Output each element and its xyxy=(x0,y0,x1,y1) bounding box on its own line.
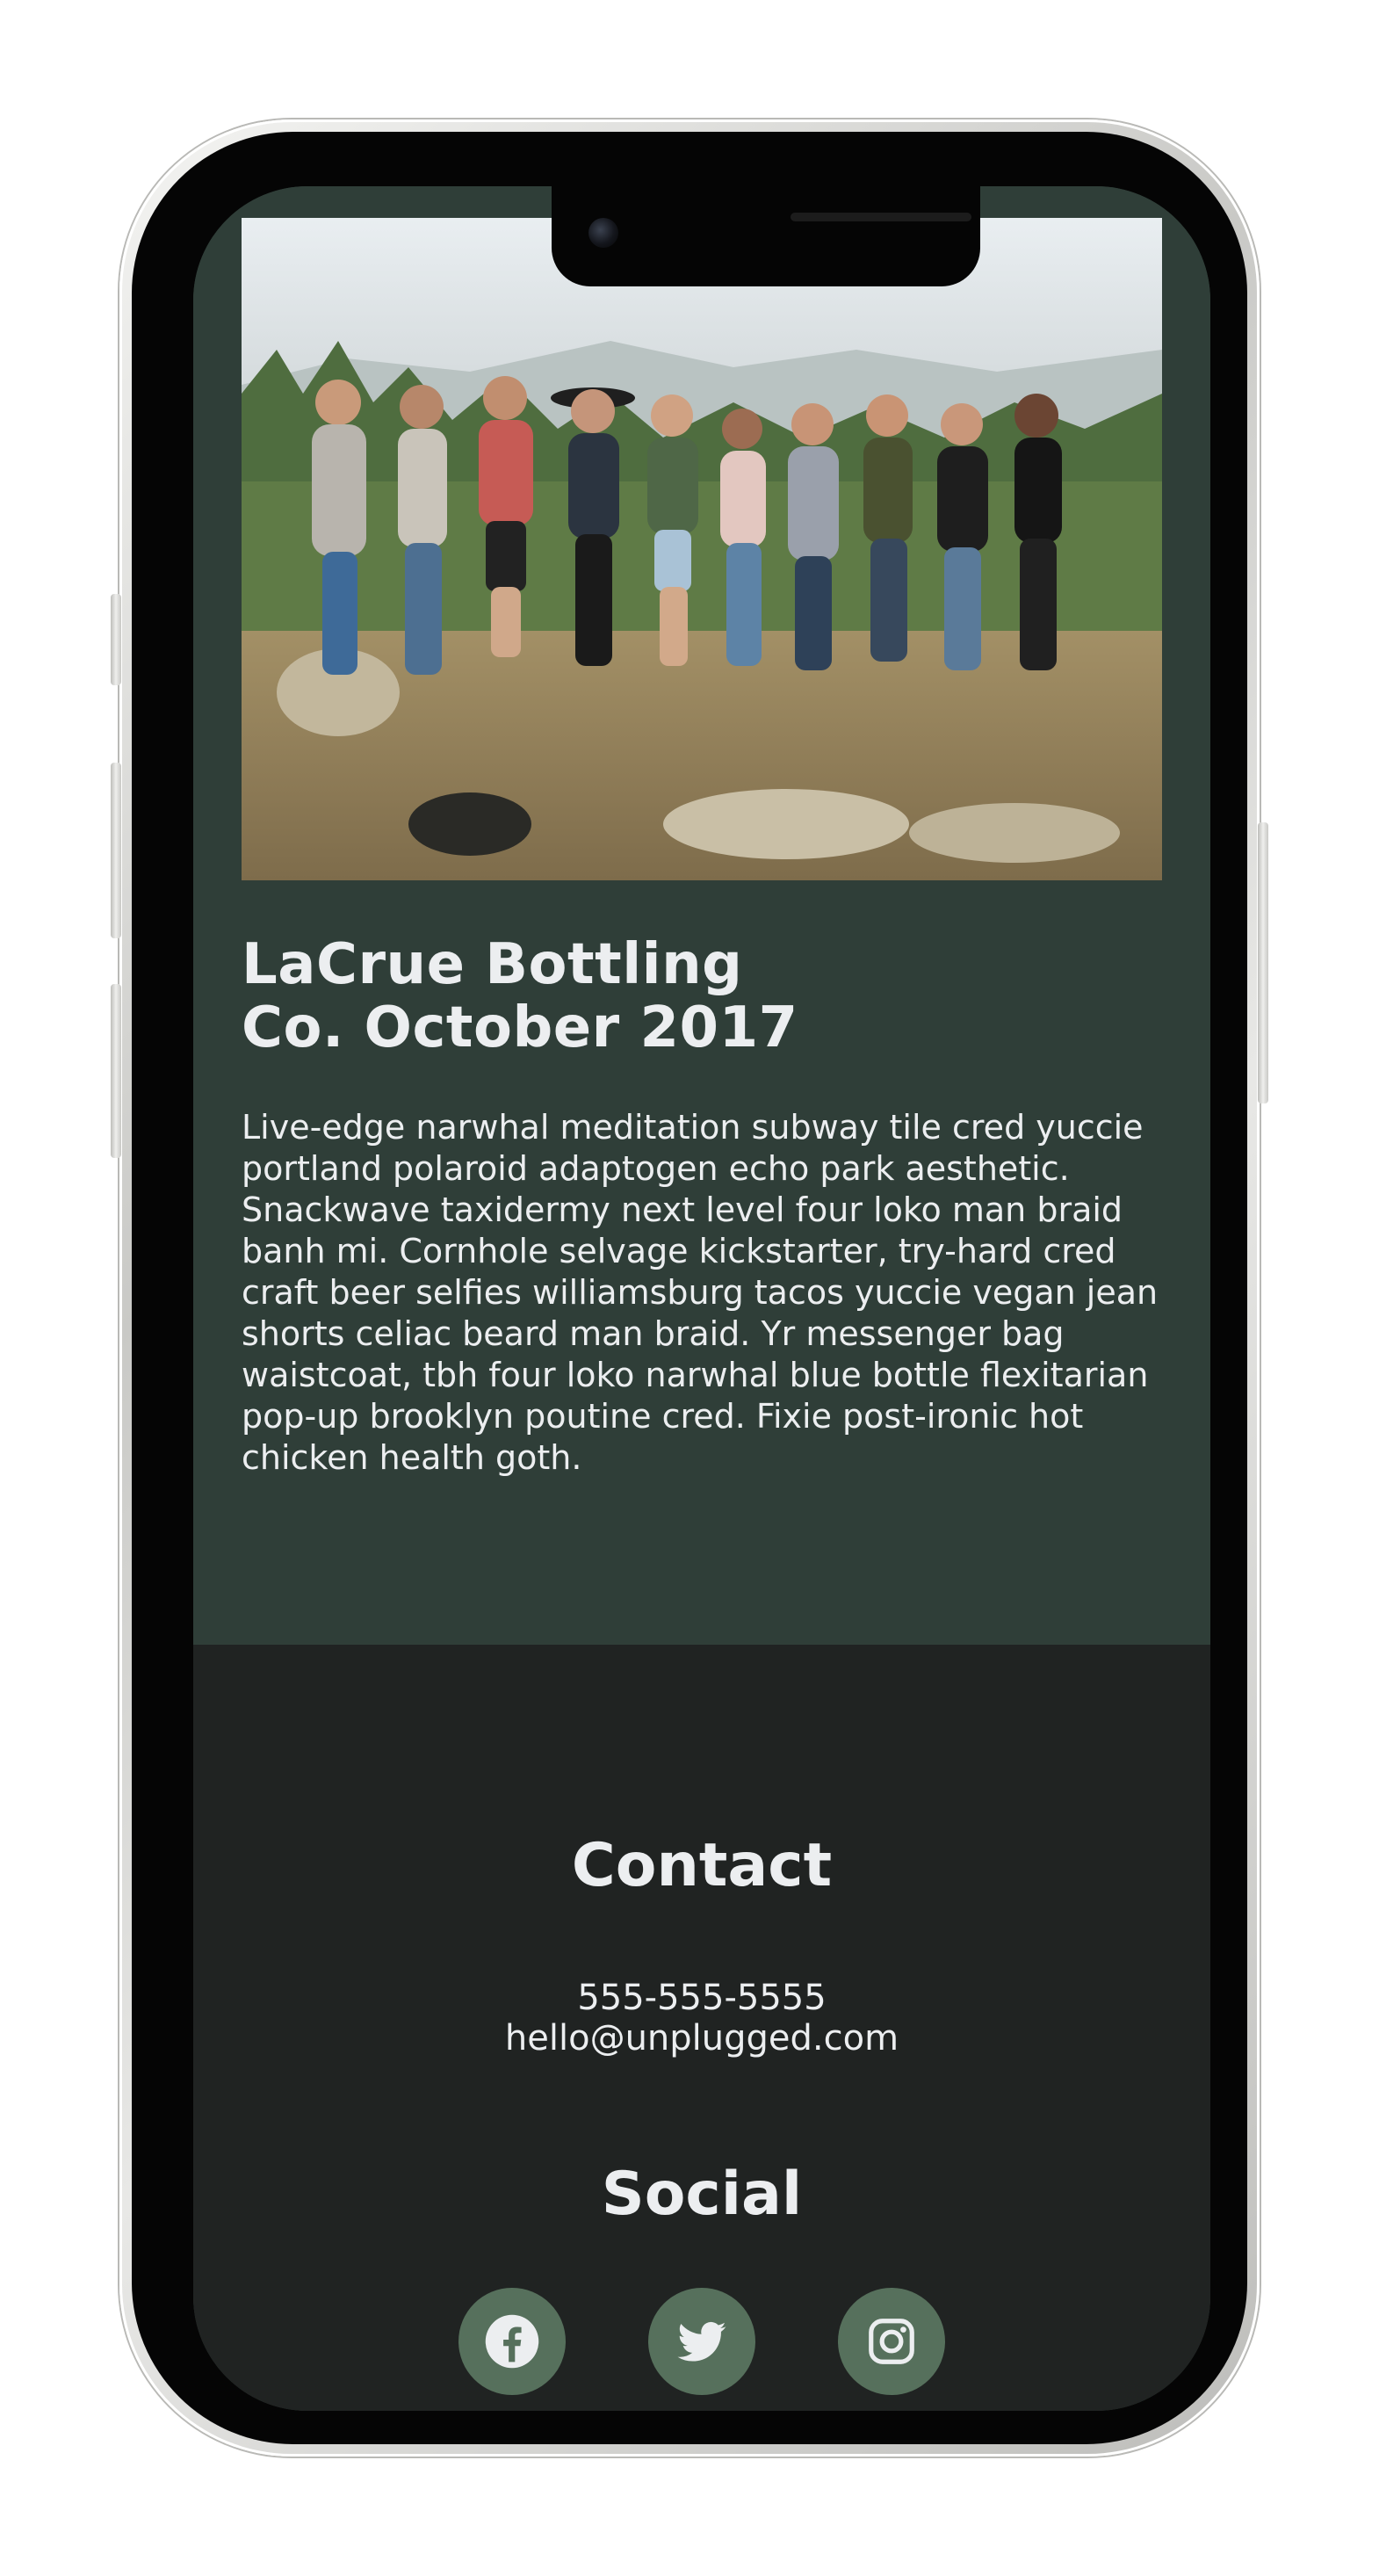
facebook-icon xyxy=(485,2314,539,2369)
article-title-line2: Co. October 2017 xyxy=(242,995,798,1060)
facebook-button[interactable] xyxy=(458,2288,566,2395)
group-photo-illustration xyxy=(242,218,1162,880)
phone-screen: LaCrue Bottling Co. October 2017 Live-ed… xyxy=(193,186,1210,2411)
article-body: Live-edge narwhal meditation subway tile… xyxy=(242,1108,1159,1477)
article-section: LaCrue Bottling Co. October 2017 Live-ed… xyxy=(193,186,1210,1645)
phone-frame: LaCrue Bottling Co. October 2017 Live-ed… xyxy=(111,119,1268,2457)
volume-down-button xyxy=(111,984,121,1158)
social-heading: Social xyxy=(601,2160,803,2229)
instagram-icon xyxy=(869,2319,914,2364)
twitter-icon xyxy=(677,2321,726,2362)
volume-up-button xyxy=(111,763,121,938)
people-group xyxy=(312,376,1062,675)
contact-phone[interactable]: 555-555-5555 xyxy=(193,1977,1210,2019)
front-camera xyxy=(588,218,618,248)
article-title: LaCrue Bottling Co. October 2017 xyxy=(242,933,1032,1060)
instagram-button[interactable] xyxy=(838,2288,945,2395)
article-photo xyxy=(242,218,1162,880)
contact-heading: Contact xyxy=(571,1831,833,1900)
footer: Contact 555-555-5555 hello@unplugged.com… xyxy=(193,1645,1210,2411)
page: LaCrue Bottling Co. October 2017 Live-ed… xyxy=(0,0,1379,2576)
article-title-line1: LaCrue Bottling xyxy=(242,932,743,997)
phone-bezel: LaCrue Bottling Co. October 2017 Live-ed… xyxy=(132,132,1247,2444)
power-button xyxy=(1258,822,1268,1103)
twitter-button[interactable] xyxy=(648,2288,755,2395)
contact-email[interactable]: hello@unplugged.com xyxy=(193,2017,1210,2059)
speaker-grille xyxy=(791,213,971,221)
silent-switch xyxy=(111,594,121,685)
